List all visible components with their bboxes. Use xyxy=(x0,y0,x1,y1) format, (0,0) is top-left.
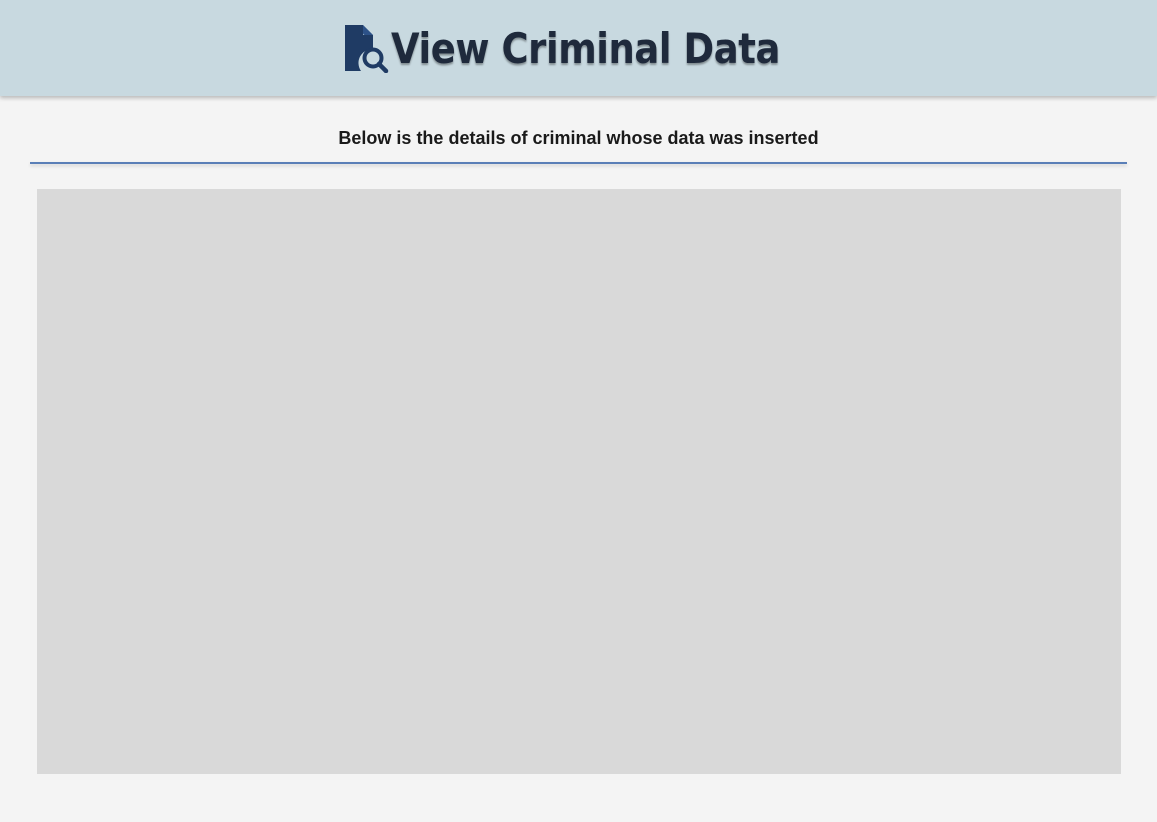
page-header: View Criminal Data xyxy=(0,0,1157,96)
page-title: View Criminal Data xyxy=(391,23,781,73)
file-search-icon xyxy=(343,23,389,74)
details-subtitle: Below is the details of criminal whose d… xyxy=(338,128,819,148)
criminal-data-panel xyxy=(37,189,1121,774)
header-title-group: View Criminal Data xyxy=(343,23,833,74)
section-divider xyxy=(30,162,1127,164)
